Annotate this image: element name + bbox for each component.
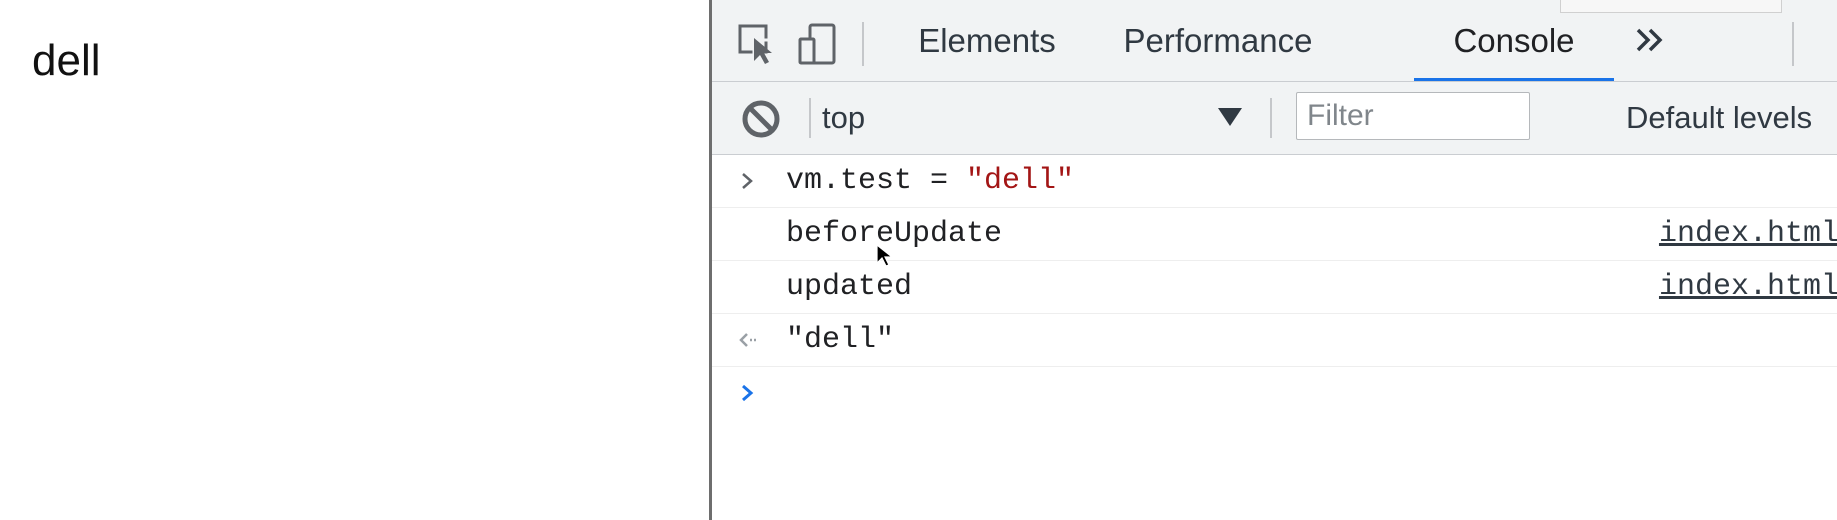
toolbar-separator [809, 98, 811, 138]
filter-input[interactable] [1296, 92, 1530, 140]
console-result-value: "dell" [786, 323, 895, 357]
console-input-string: "dell" [966, 164, 1075, 198]
console-source-link[interactable]: index.html [1659, 269, 1837, 305]
context-selector-value: top [822, 100, 866, 135]
context-selector[interactable]: top [822, 90, 982, 146]
tab-performance-label: Performance [1123, 21, 1313, 59]
console-prompt[interactable] [712, 367, 1837, 419]
console-result-line: "dell" [712, 314, 1837, 367]
double-chevron-right-icon[interactable] [1632, 22, 1668, 67]
return-arrow-icon [736, 322, 760, 358]
console-log-message: updated [786, 270, 913, 304]
chevron-down-icon[interactable] [1218, 108, 1242, 126]
screen: dell Elements Performance Console top Fi… [0, 0, 1837, 520]
mouse-cursor-icon [876, 243, 894, 268]
active-tab-indicator [1414, 78, 1614, 81]
console-input-expression: vm.test = [786, 164, 967, 198]
log-levels-dropdown[interactable]: Default levels [1626, 90, 1812, 146]
console-toolbar: top Default levels [712, 82, 1837, 155]
chevron-right-icon [736, 163, 760, 199]
tab-elements-label: Elements [918, 21, 1056, 59]
console-log-message: beforeUpdate [786, 217, 1003, 251]
prompt-chevron-icon [736, 375, 760, 411]
toolbar-separator [1270, 98, 1272, 138]
console-input-line: vm.test = "dell" [712, 155, 1837, 208]
tab-elements[interactable]: Elements [902, 0, 1072, 81]
console-source-link[interactable]: index.html [1659, 216, 1837, 252]
overlay-thumbnail [1560, 0, 1782, 13]
tabbar-separator-right [1792, 22, 1794, 66]
console-log-line: updated index.html [712, 261, 1837, 314]
tabbar-separator [862, 22, 864, 66]
inspect-element-icon[interactable] [734, 20, 782, 68]
device-toolbar-icon[interactable] [794, 20, 842, 68]
console-input-code: vm.test = "dell" [786, 163, 1074, 199]
log-levels-label: Default levels [1626, 100, 1813, 135]
tab-performance[interactable]: Performance [1112, 0, 1324, 81]
tab-console-label: Console [1453, 21, 1575, 59]
console-output[interactable]: vm.test = "dell" beforeUpdate index.html… [712, 155, 1837, 520]
page-viewport: dell [0, 0, 710, 520]
clear-console-icon[interactable] [740, 98, 782, 140]
page-content-text: dell [32, 36, 101, 85]
